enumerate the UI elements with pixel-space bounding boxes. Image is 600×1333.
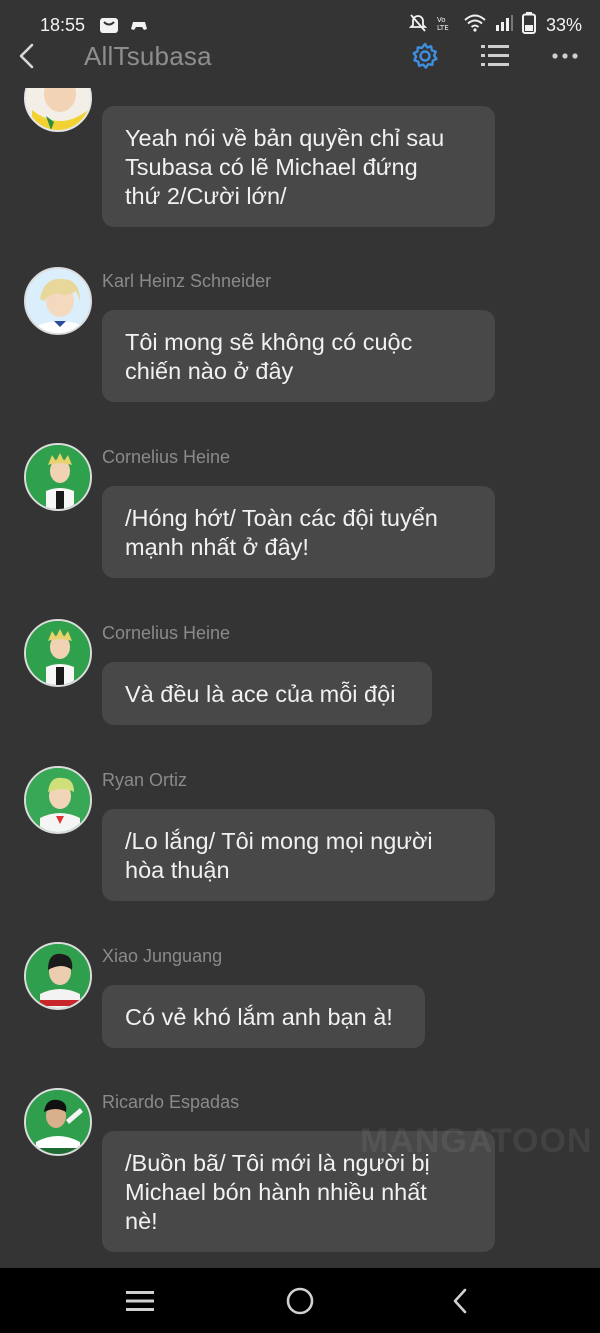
back-button[interactable]	[0, 32, 54, 80]
message-bubble[interactable]: Và đều là ace của mỗi đội	[102, 662, 432, 725]
member-list-button[interactable]	[460, 32, 530, 80]
system-nav-bar	[0, 1268, 600, 1333]
menu-icon	[126, 1290, 154, 1311]
message-text: chiến nào ở đây	[125, 358, 294, 384]
message-text: Có vẻ khó lắm anh bạn à!	[125, 1004, 393, 1030]
sender-name: Xiao Junguang	[102, 946, 223, 966]
message-text: Và đều là ace của mỗi đội	[125, 681, 396, 707]
message-bubble[interactable]: Yeah nói về bản quyền chỉ sau Tsubasa có…	[102, 106, 495, 227]
message-text: Yeah nói về bản quyền chỉ sau	[125, 125, 445, 151]
message-text: /Lo lắng/ Tôi mong mọi người	[125, 828, 433, 854]
message-bubble[interactable]: /Hóng hớt/ Toàn các đội tuyển mạnh nhất …	[102, 486, 495, 578]
svg-text:Vo: Vo	[437, 16, 446, 24]
avatar-cornelius-heine[interactable]	[24, 619, 92, 687]
avatar-ricardo-espadas[interactable]	[24, 1088, 92, 1156]
more-icon	[552, 53, 578, 59]
avatar-xiao-junguang[interactable]	[24, 942, 92, 1010]
sender-name: Ricardo Espadas	[102, 1092, 240, 1112]
back-icon	[19, 43, 34, 69]
message-bubble[interactable]: /Lo lắng/ Tôi mong mọi người hòa thuận	[102, 809, 495, 901]
list-icon	[481, 45, 509, 66]
avatar-yellow-jersey[interactable]	[24, 88, 92, 132]
message-text: Michael bón hành nhiều nhất	[125, 1179, 427, 1205]
back-nav-icon	[453, 1288, 467, 1313]
avatar-cornelius-heine[interactable]	[24, 443, 92, 511]
home-button[interactable]	[260, 1271, 340, 1331]
message-text: thứ 2/Cười lớn/	[125, 183, 287, 209]
message-text: Tsubasa có lẽ Michael đứng	[125, 154, 418, 180]
gear-icon	[412, 42, 438, 69]
message-text: mạnh nhất ở đây!	[125, 534, 309, 560]
message-bubble[interactable]: Có vẻ khó lắm anh bạn à!	[102, 985, 425, 1048]
message-text: Tôi mong sẽ không có cuộc	[125, 329, 413, 355]
message-text: hòa thuận	[125, 857, 230, 883]
avatar-karl-heinz-schneider[interactable]	[24, 267, 92, 335]
home-icon	[286, 1287, 314, 1314]
message-bubble[interactable]: Tôi mong sẽ không có cuộc chiến nào ở đâ…	[102, 310, 495, 402]
sender-name: Cornelius Heine	[102, 447, 231, 467]
message-text: /Hóng hớt/ Toàn các đội tuyển	[125, 505, 438, 531]
settings-button[interactable]	[390, 32, 460, 80]
chat-message-list[interactable]: Yeah nói về bản quyền chỉ sau Tsubasa có…	[0, 88, 600, 1268]
svg-text:LTE: LTE	[437, 24, 449, 32]
sender-name: Cornelius Heine	[102, 623, 231, 643]
chat-header: AllTsubasa	[0, 32, 600, 80]
sender-name: Karl Heinz Schneider	[102, 271, 272, 291]
recent-apps-button[interactable]	[100, 1271, 180, 1331]
page-title: AllTsubasa	[84, 40, 212, 71]
message-text: nè!	[125, 1208, 158, 1234]
more-options-button[interactable]	[530, 32, 600, 80]
sender-name: Ryan Ortiz	[102, 770, 188, 790]
avatar-ryan-ortiz[interactable]	[24, 766, 92, 834]
watermark: MANGATOON	[360, 1122, 593, 1160]
system-back-button[interactable]	[420, 1271, 500, 1331]
